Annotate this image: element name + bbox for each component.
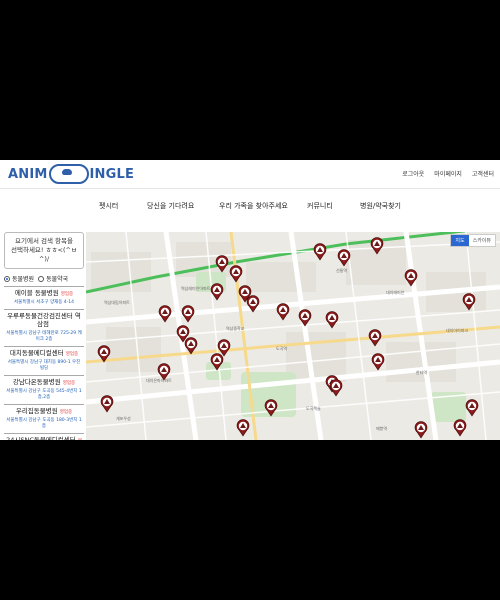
map-place-label: 매봉역 [376,425,387,431]
hospital-name: 우루루동물건강검진센터 역삼점 [6,312,82,330]
hospital-marker-icon[interactable] [368,329,382,347]
map-place-label: 도곡역 [276,345,287,351]
hospital-address: 서울특별시 서초구 양재동 4-14 [13,300,75,305]
map-place-label: 역삼대림아파트 [104,299,130,305]
hospital-marker-icon[interactable] [465,399,479,417]
hospital-marker-icon[interactable] [215,255,229,273]
hospital-name-text: 대치동물메디컬센터 [9,349,64,357]
map-place-label: 대치래미안 [386,289,405,295]
mypage-link[interactable]: 마이페이지 [434,169,462,178]
map-place-label: 대치아이파크 [446,327,468,333]
list-item[interactable]: 우리집동물병원 영업중 서울특별시 강남구 도곡동 180-3번지 1층 [4,405,84,434]
logo-pet-icon [48,164,89,184]
hospital-marker-icon[interactable] [371,353,385,371]
web-page: ANIM INGLE 로그아웃 마이페이지 고객센터 펫시터 당신을 기다려요 … [0,160,500,440]
open-status-badge: 영업중 [59,410,73,415]
hospital-address: 서울특별시 강남구 테헤란로 725-29 케이크 2층 [6,331,82,342]
radio-hospital-label: 동물병원 [12,276,35,283]
map-place-label: 선릉역 [336,267,347,273]
main-nav: 펫시터 당신을 기다려요 우리 가족을 찾아주세요 커뮤니티 병원/약국찾기 [0,189,500,231]
radio-hospital[interactable] [4,275,10,282]
hospital-marker-icon[interactable] [264,399,278,417]
hospital-marker-icon[interactable] [370,237,384,255]
list-item[interactable]: 우루루동물건강검진센터 역삼점서울특별시 강남구 테헤란로 725-29 케이크… [4,310,84,347]
list-item[interactable]: 에이블 동물병원 영업중 서울특별시 서초구 양재동 4-14 [4,287,84,310]
hospital-marker-icon[interactable] [414,421,428,439]
hospital-marker-icon[interactable] [246,295,260,313]
category-radio-group: 동물병원 동물약국 [4,274,84,283]
hospital-marker-icon[interactable] [100,395,114,413]
search-prompt-box: 요기에서 검색 항목을 선택하세요! ㅎㅎ<(^ㅂ^)/ [4,232,84,269]
map-type-skyview[interactable]: 스카이뷰 [469,235,495,246]
customer-center-link[interactable]: 고객센터 [472,169,494,178]
hospital-marker-icon[interactable] [453,419,467,437]
nav-item-petsitter[interactable]: 펫시터 [99,201,118,211]
logout-link[interactable]: 로그아웃 [402,169,424,178]
hospital-marker-icon[interactable] [229,265,243,283]
map-view[interactable]: 역삼대림아파트 역삼래미안아파트 대치래미안 도곡역 한티역 선릉역 대치은마아파트 역삼중학… [86,232,500,440]
search-sidebar: 요기에서 검색 항목을 선택하세요! ㅎㅎ<(^ㅂ^)/ 동물병원 동물약국 에… [4,232,84,440]
hospital-marker-icon[interactable] [276,303,290,321]
hospital-marker-icon[interactable] [184,337,198,355]
hospital-marker-icon[interactable] [236,419,250,437]
nav-item-waiting[interactable]: 당신을 기다려요 [147,201,194,211]
hospital-list: 에이블 동물병원 영업중 서울특별시 서초구 양재동 4-14 우루루동물건강검진센터… [4,286,84,440]
hospital-name: 에이블 동물병원 영업중 [6,289,82,299]
list-item[interactable]: 24시SNC동물메디컬센터영업중서울특별시 강남구 도곡동 727-6 1층 [4,434,84,440]
hospital-name: 대치동물메디컬센터 영업중 [6,349,82,359]
prompt-line-1: 요기에서 검색 항목을 [15,237,73,245]
hospital-address: 서울특별시 강남구 도곡동 545-4번지 1층,2층 [6,389,82,400]
hospital-marker-icon[interactable] [462,293,476,311]
list-item[interactable]: 대치동물메디컬센터 영업중 서울특별시 강남구 대치동 890-1 우진빌딩 [4,347,84,376]
hospital-marker-icon[interactable] [157,363,171,381]
hospital-marker-icon[interactable] [404,269,418,287]
hospital-marker-icon[interactable] [97,345,111,363]
map-place-label: 개포우성 [116,415,131,421]
logo-text-right: INGLE [89,166,135,182]
hospital-marker-icon[interactable] [210,353,224,371]
open-status-badge: 영업중 [65,352,79,357]
hospital-marker-icon[interactable] [298,309,312,327]
list-item[interactable]: 강남다온동물병원 영업중 서울특별시 강남구 도곡동 545-4번지 1층,2층 [4,376,84,405]
nav-item-hospital-pharmacy[interactable]: 병원/약국찾기 [360,201,401,211]
hospital-address: 서울특별시 강남구 대치동 890-1 우진빌딩 [7,360,81,371]
hospital-marker-icon[interactable] [181,305,195,323]
site-logo[interactable]: ANIM INGLE [8,164,135,184]
hospital-name-text: 우리집동물병원 [15,407,58,415]
hospital-marker-icon[interactable] [337,249,351,267]
utility-menu: 로그아웃 마이페이지 고객센터 [402,169,494,178]
open-status-badge: 영업중 [60,292,74,297]
nav-item-find-family[interactable]: 우리 가족을 찾아주세요 [219,201,288,211]
nav-item-community[interactable]: 커뮤니티 [307,201,333,211]
hospital-name-text: 우루루동물건강검진센터 역삼점 [7,312,81,328]
hospital-name: 24시SNC동물메디컬센터영업중 [6,436,82,440]
hospital-marker-icon[interactable] [329,379,343,397]
open-status-badge: 영업중 [62,381,76,386]
map-place-label: 도곡렉슬 [306,405,321,411]
map-type-map[interactable]: 지도 [451,235,469,246]
map-base: 역삼대림아파트역삼래미안아파트대치래미안도곡역한티역선릉역대치은마아파트역삼중학… [86,232,500,440]
hospital-marker-icon[interactable] [313,243,327,261]
hospital-marker-icon[interactable] [158,305,172,323]
radio-pharmacy[interactable] [38,275,45,282]
prompt-line-2: 선택하세요! ㅎㅎ<(^ㅂ^)/ [11,246,77,263]
hospital-name: 강남다온동물병원 영업중 [6,378,82,388]
hospital-name-text: 강남다온동물병원 [12,378,61,386]
map-place-label: 역삼래미안아파트 [181,285,211,291]
map-place-label: 한티역 [416,369,427,375]
site-header: ANIM INGLE 로그아웃 마이페이지 고객센터 [0,160,500,189]
hospital-name: 우리집동물병원 영업중 [6,407,82,417]
hospital-marker-icon[interactable] [325,311,339,329]
hospital-name-text: 24시SNC동물메디컬센터 [6,436,76,440]
hospital-marker-icon[interactable] [210,283,224,301]
radio-pharmacy-label: 동물약국 [46,276,69,283]
hospital-name-text: 에이블 동물병원 [14,289,59,297]
map-place-label: 역삼중학교 [226,325,245,331]
logo-text-left: ANIM [8,166,48,182]
map-type-toggle: 지도 스카이뷰 [450,234,496,247]
hospital-address: 서울특별시 강남구 도곡동 180-3번지 1층 [6,418,82,429]
